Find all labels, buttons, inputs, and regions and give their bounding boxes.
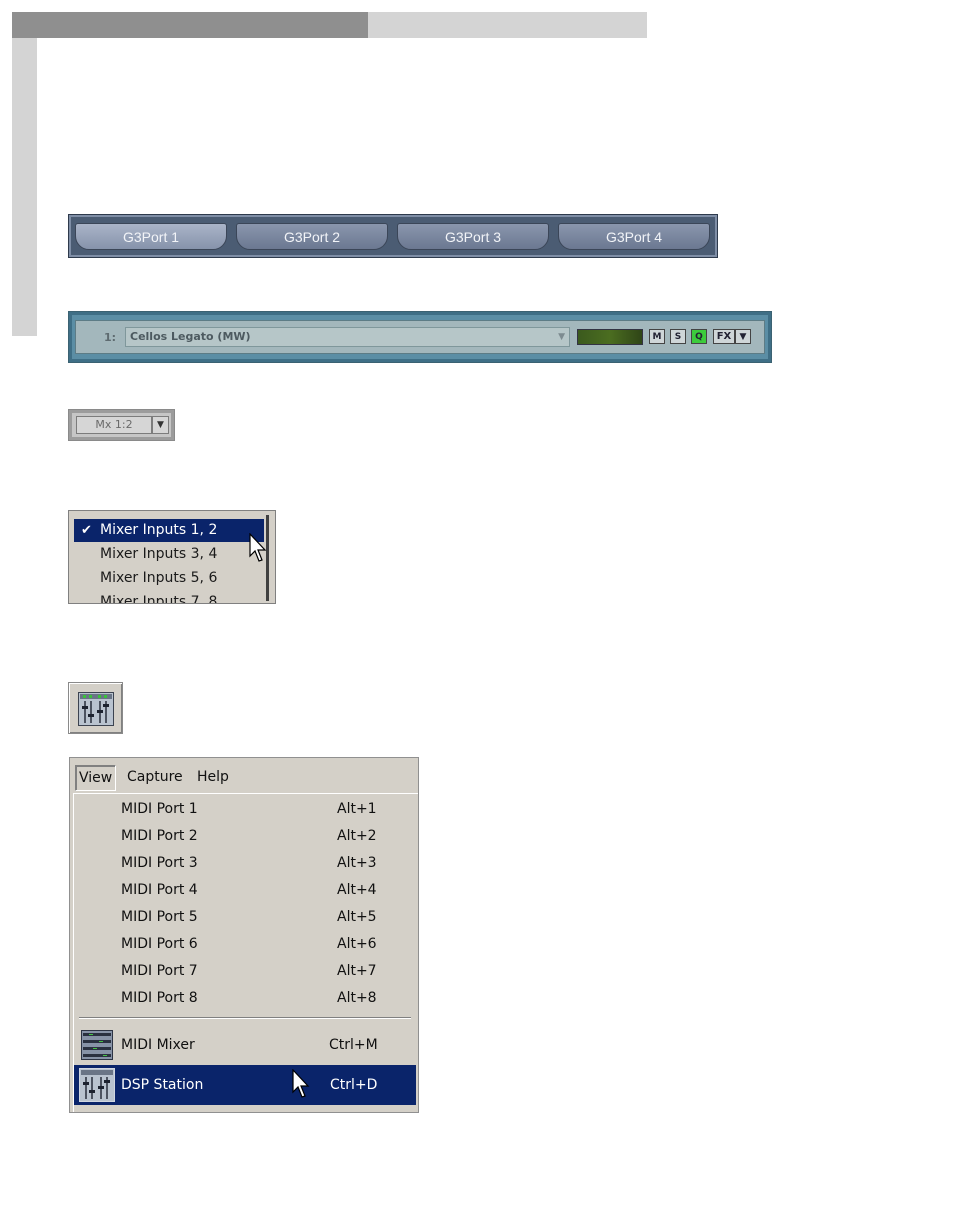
tab-g3port-2[interactable]: G3Port 2 xyxy=(236,223,388,250)
menu-item-midi-port-1[interactable]: MIDI Port 1 Alt+1 xyxy=(74,796,416,823)
tab-g3port-1[interactable]: G3Port 1 xyxy=(75,223,227,250)
chevron-down-icon[interactable]: ▼ xyxy=(152,416,169,434)
menu-item-shortcut: Alt+8 xyxy=(337,990,377,1006)
header-bar-light xyxy=(368,12,647,38)
checkmark-icon: ✔ xyxy=(81,523,92,538)
menu-item-label: MIDI Port 8 xyxy=(121,990,198,1006)
side-bar xyxy=(12,38,37,336)
menu-item-label: MIDI Port 7 xyxy=(121,963,198,979)
menu-item-shortcut: Alt+1 xyxy=(337,801,377,817)
mute-button[interactable]: M xyxy=(649,329,665,344)
menu-item-shortcut: Ctrl+M xyxy=(329,1037,378,1053)
level-meter xyxy=(577,329,643,345)
menu-item-shortcut: Alt+6 xyxy=(337,936,377,952)
menu-item-shortcut: Ctrl+D xyxy=(330,1077,378,1093)
mouse-cursor-icon xyxy=(249,533,267,562)
menu-item-label: MIDI Port 1 xyxy=(121,801,198,817)
menu-item-label: DSP Station xyxy=(121,1077,204,1093)
tab-g3port-3[interactable]: G3Port 3 xyxy=(397,223,549,250)
list-item-mixer-inputs-7-8[interactable]: Mixer Inputs 7, 8 xyxy=(74,591,264,604)
menu-item-label: MIDI Port 4 xyxy=(121,882,198,898)
q-button[interactable]: Q xyxy=(691,329,707,344)
menu-item-label: MIDI Port 6 xyxy=(121,936,198,952)
header-bar-dark xyxy=(12,12,368,38)
port-tab-bar: G3Port 1 G3Port 2 G3Port 3 G3Port 4 xyxy=(68,214,718,258)
menu-item-midi-port-5[interactable]: MIDI Port 5 Alt+5 xyxy=(74,904,416,931)
list-item-mixer-inputs-3-4[interactable]: Mixer Inputs 3, 4 xyxy=(74,543,264,566)
list-item-label: Mixer Inputs 1, 2 xyxy=(100,522,218,538)
mixer-output-value[interactable]: Mx 1:2 xyxy=(76,416,152,434)
menu-item-midi-port-8[interactable]: MIDI Port 8 Alt+8 xyxy=(74,985,416,1012)
channel-number: 1: xyxy=(104,331,117,344)
list-item-label: Mixer Inputs 7, 8 xyxy=(100,594,218,604)
fx-dropdown-icon[interactable]: ▼ xyxy=(735,329,751,344)
menu-capture[interactable]: Capture xyxy=(124,765,186,789)
menu-item-shortcut: Alt+7 xyxy=(337,963,377,979)
list-item-label: Mixer Inputs 3, 4 xyxy=(100,546,218,562)
channel-strip-inner: 1: Cellos Legato (MW) ▼ M S Q FX ▼ xyxy=(75,320,765,354)
chevron-down-icon[interactable]: ▼ xyxy=(558,328,565,346)
menu-item-shortcut: Alt+3 xyxy=(337,855,377,871)
fx-button[interactable]: FX xyxy=(713,329,735,344)
menu-item-label: MIDI Mixer xyxy=(121,1037,195,1053)
view-menu-window: View Capture Help MIDI Port 1 Alt+1 MIDI… xyxy=(69,757,419,1113)
menu-item-shortcut: Alt+2 xyxy=(337,828,377,844)
menu-help[interactable]: Help xyxy=(194,765,232,789)
midi-mixer-icon xyxy=(81,1030,113,1060)
menu-item-midi-port-7[interactable]: MIDI Port 7 Alt+7 xyxy=(74,958,416,985)
mixer-output-select: Mx 1:2 ▼ xyxy=(68,409,175,441)
menu-item-midi-mixer[interactable]: MIDI Mixer Ctrl+M xyxy=(74,1027,416,1063)
menu-item-midi-port-4[interactable]: MIDI Port 4 Alt+4 xyxy=(74,877,416,904)
dsp-station-icon xyxy=(78,692,114,726)
mouse-cursor-icon xyxy=(292,1069,310,1098)
menu-item-midi-port-3[interactable]: MIDI Port 3 Alt+3 xyxy=(74,850,416,877)
menu-separator xyxy=(79,1017,411,1019)
list-item-mixer-inputs-1-2[interactable]: ✔ Mixer Inputs 1, 2 xyxy=(74,519,264,542)
menu-item-shortcut: Alt+4 xyxy=(337,882,377,898)
menu-item-label: MIDI Port 3 xyxy=(121,855,198,871)
solo-button[interactable]: S xyxy=(670,329,686,344)
channel-strip: 1: Cellos Legato (MW) ▼ M S Q FX ▼ xyxy=(68,311,772,363)
tab-g3port-4[interactable]: G3Port 4 xyxy=(558,223,710,250)
menu-item-midi-port-6[interactable]: MIDI Port 6 Alt+6 xyxy=(74,931,416,958)
view-dropdown: MIDI Port 1 Alt+1 MIDI Port 2 Alt+2 MIDI… xyxy=(74,793,418,1112)
mixer-inputs-list: ✔ Mixer Inputs 1, 2 Mixer Inputs 3, 4 Mi… xyxy=(68,510,276,604)
dsp-station-icon xyxy=(79,1068,115,1102)
menu-item-midi-port-2[interactable]: MIDI Port 2 Alt+2 xyxy=(74,823,416,850)
menu-view[interactable]: View xyxy=(75,765,117,791)
list-item-label: Mixer Inputs 5, 6 xyxy=(100,570,218,586)
instrument-name: Cellos Legato (MW) xyxy=(130,330,251,343)
menu-item-label: MIDI Port 5 xyxy=(121,909,198,925)
menu-item-label: MIDI Port 2 xyxy=(121,828,198,844)
list-item-mixer-inputs-5-6[interactable]: Mixer Inputs 5, 6 xyxy=(74,567,264,590)
menu-item-shortcut: Alt+5 xyxy=(337,909,377,925)
dsp-station-button[interactable] xyxy=(68,682,123,734)
menu-item-dsp-station[interactable]: DSP Station Ctrl+D xyxy=(74,1065,416,1105)
menu-bar: View Capture Help xyxy=(70,758,418,792)
instrument-select[interactable]: Cellos Legato (MW) ▼ xyxy=(125,327,570,347)
